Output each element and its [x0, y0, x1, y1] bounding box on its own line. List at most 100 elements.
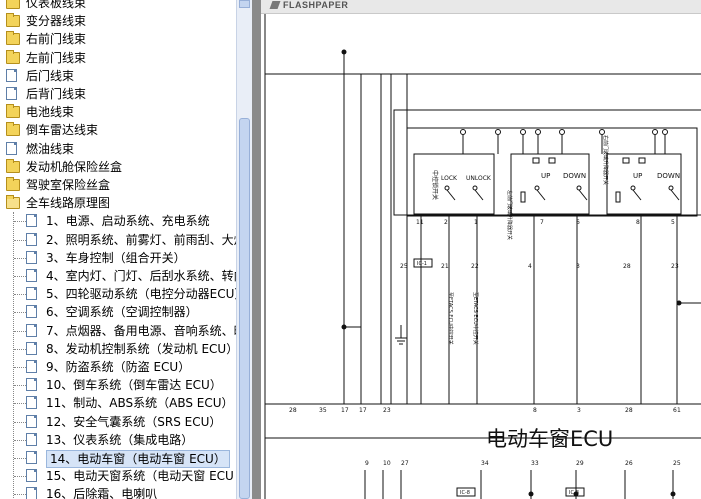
tree-scrollbar[interactable] [236, 0, 252, 499]
pin-label: 25 [400, 263, 408, 270]
switch-blade [632, 189, 642, 201]
tree-item-label: 仪表板线束 [26, 0, 87, 10]
page-icon [26, 360, 37, 373]
junction-dot [528, 491, 534, 497]
switch-label: UNLOCK [466, 175, 492, 182]
switch-contact [630, 185, 636, 191]
tree-item-label: 9、防盗系统（防盗 ECU） [46, 360, 191, 374]
tree-branch-line [14, 221, 26, 223]
page-icon [26, 269, 37, 282]
switch-contact [576, 185, 582, 191]
wire-label: 至ETACS ECU中控开关 [472, 292, 479, 345]
terminal-dot [599, 129, 605, 135]
tree-item-label: 左前门线束 [26, 50, 87, 65]
terminal-dot [520, 129, 526, 135]
pin-label: 17 [341, 407, 349, 414]
switch-blade [578, 189, 588, 201]
switch-blade [536, 189, 546, 201]
tree-item-label: 1、电源、启动系统、充电系统 [46, 214, 210, 229]
tree-item-label: 5、四轮驱动系统（电控分动器ECU） [46, 287, 236, 302]
folder-icon [6, 158, 20, 173]
tree-item-label: 13、仪表系统（集成电路） [46, 432, 194, 447]
folder-icon [6, 104, 20, 119]
pin-label: 5 [671, 219, 675, 226]
tree-branch-line [14, 276, 26, 277]
pin-label: 3 [577, 407, 581, 414]
tree-item-label: 倒车雷达线束 [26, 123, 99, 138]
switch-label: DOWN [563, 172, 586, 180]
junction-dot [341, 49, 347, 55]
pin-label: 26 [625, 460, 633, 467]
terminal-dot [495, 129, 501, 135]
pin-label: 10 [383, 460, 391, 467]
pin-label: 9 [365, 460, 369, 467]
pin-label: 3 [576, 263, 580, 270]
pane-splitter[interactable] [252, 0, 261, 499]
pin-label: 4 [528, 263, 532, 270]
tree-item-label: 后背门线束 [26, 87, 87, 101]
pin-label: 28 [623, 263, 631, 270]
tree-item-label: 发动机舱保险丝盒 [26, 159, 123, 174]
flashpaper-toolbar: FLASHPAPER [261, 0, 701, 14]
scrollbar-thumb[interactable] [239, 118, 250, 499]
indicator-lamp [548, 157, 556, 164]
box-label: 中控锁开关 [431, 170, 439, 200]
tree-branch-line [14, 312, 26, 314]
pin-label: 25 [673, 460, 681, 467]
junction-dot [670, 491, 676, 497]
pin-label: 22 [471, 263, 479, 270]
chapter-tree: 仪表板线束 变分器线束 右前门线束 左前门线束 后门线束 后背门线束 电池线束 倒车雷达线束燃… [0, 0, 236, 499]
page-icon [26, 232, 37, 246]
connector-tag-label: IC-8 [460, 490, 470, 496]
page-icon [26, 414, 37, 428]
pin-label: 29 [576, 460, 584, 467]
tree-item-label: 12、安全气囊系统（SRS ECU） [46, 414, 222, 429]
box-label: 左前门玻璃升降器开关 [506, 190, 513, 240]
page-icon [26, 250, 37, 264]
page-icon [26, 432, 37, 446]
switch-blade [474, 189, 484, 201]
tree-item-label: 11、制动、ABS系统（ABS ECU） [46, 396, 234, 411]
tree-item-label: 变分器线束 [26, 14, 87, 29]
page-icon [26, 469, 37, 483]
tree-item-label: 驾驶室保险丝盒 [26, 178, 111, 192]
resistor [615, 191, 621, 203]
pin-label: 34 [481, 460, 489, 467]
tree-item-label: 16、后除霜、电喇叭 [46, 487, 158, 499]
switch-blade [670, 189, 680, 201]
folder-icon [6, 49, 20, 64]
terminal-dot [652, 129, 658, 135]
switch-contact [668, 185, 674, 191]
tree-branch-line [14, 439, 26, 441]
tree-branch-line [14, 239, 26, 241]
indicator-lamp [532, 157, 540, 164]
pin-label: 21 [441, 263, 449, 270]
switch-label: UP [541, 172, 550, 180]
tree-branch-line [14, 294, 26, 296]
folder-icon [6, 177, 20, 191]
pin-label: 2 [444, 219, 448, 226]
switch-contact [444, 185, 450, 191]
page-icon [26, 341, 37, 355]
scroll-up-arrow[interactable] [239, 0, 250, 8]
pin-label: 23 [671, 263, 679, 270]
terminal-dot [460, 129, 466, 135]
tree-item-label: 后门线束 [26, 68, 75, 83]
connector-tag-label: IC-1 [417, 261, 427, 267]
tree-item-label: 全车线路原理图 [26, 196, 111, 211]
tree-item-label: 15、电动天窗系统（电动天窗 ECU [46, 469, 234, 484]
terminal-dot [662, 129, 668, 135]
flashpaper-mark-icon [269, 1, 281, 9]
tree-item-label: 2、照明系统、前雾灯、前雨刮、大灯 [46, 232, 236, 247]
resistor [520, 191, 526, 203]
pin-label: 1 [677, 407, 681, 414]
terminal-dot [559, 129, 565, 135]
tree-branch-line [14, 385, 26, 387]
switch-blade [446, 189, 456, 201]
ecu-box [393, 109, 701, 216]
folder-icon [6, 13, 20, 28]
tree-branch-line [14, 367, 26, 368]
tree-item-label: 7、点烟器、备用电源、音响系统、时 [46, 323, 236, 338]
pin-label: 17 [359, 407, 367, 414]
page-icon [26, 287, 37, 301]
